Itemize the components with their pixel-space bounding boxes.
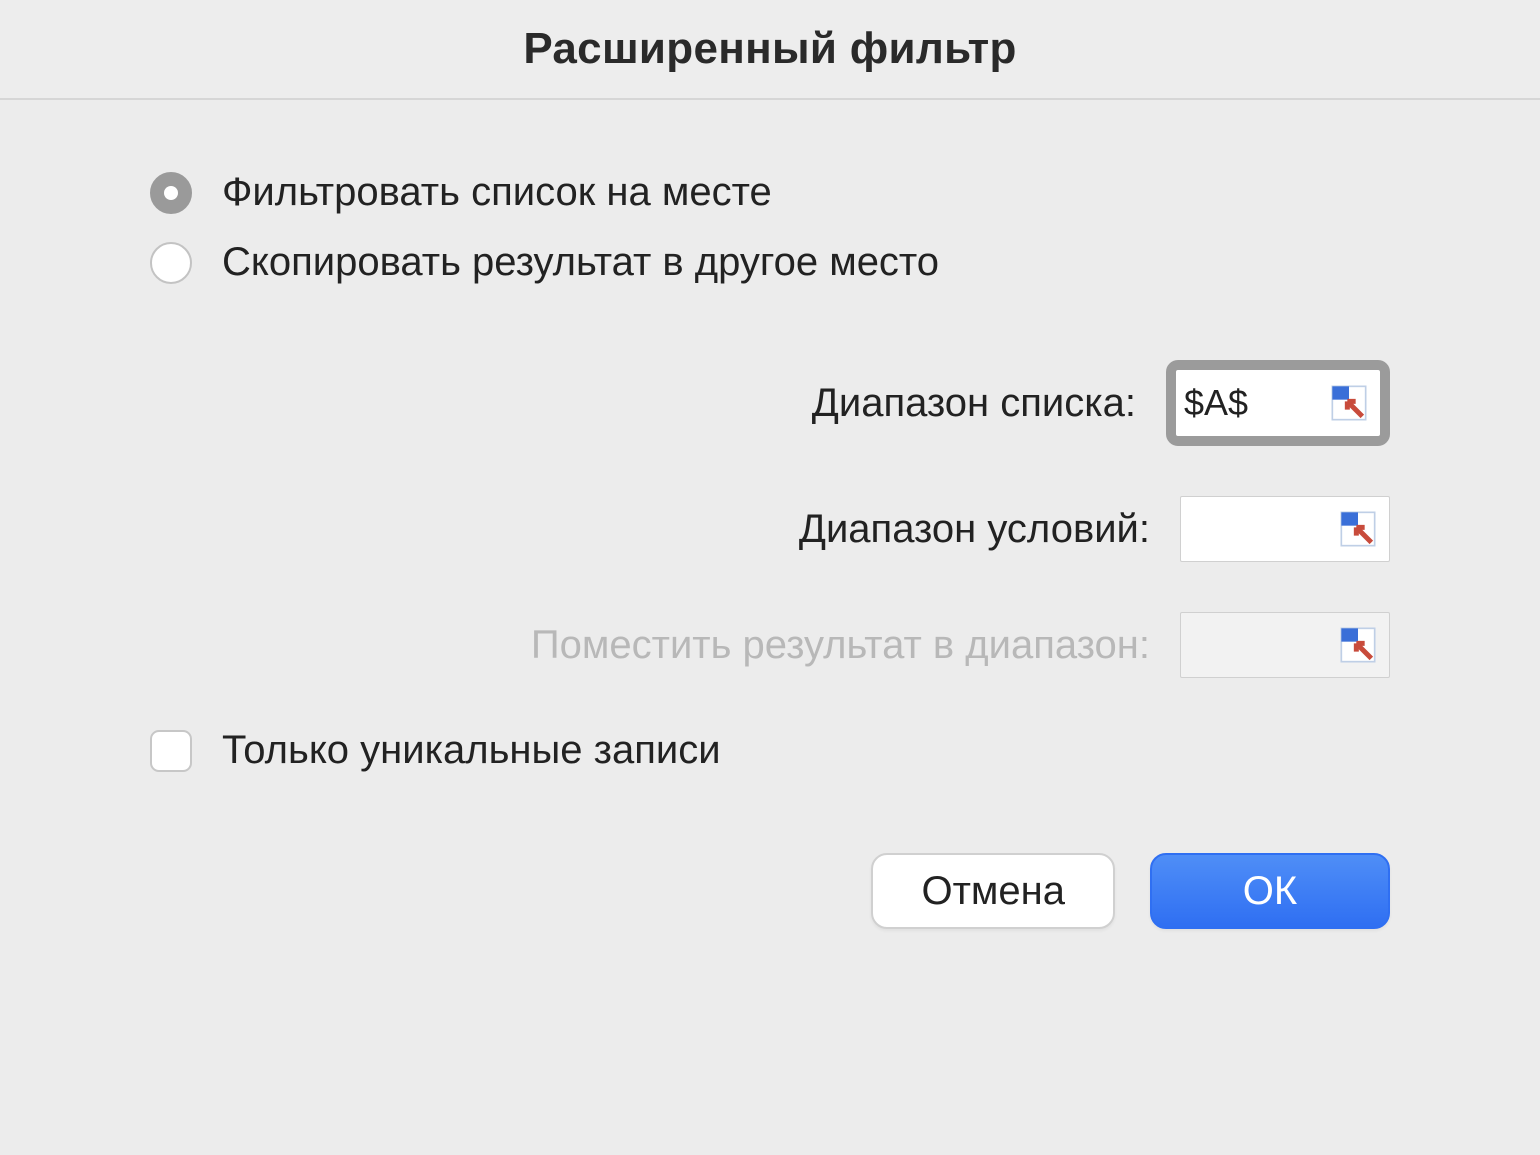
- collapse-range-icon: [1338, 625, 1378, 665]
- collapse-range-icon: [1329, 383, 1369, 423]
- range-picker-button[interactable]: [1324, 378, 1374, 428]
- range-picker-button[interactable]: [1333, 504, 1383, 554]
- radio-filter-in-place[interactable]: Фильтровать список на месте: [150, 170, 1390, 215]
- label-copy-to-range: Поместить результат в диапазон:: [531, 623, 1150, 668]
- dialog-titlebar: Расширенный фильтр: [0, 0, 1540, 100]
- radio-copy-to-location[interactable]: Скопировать результат в другое место: [150, 240, 1390, 285]
- dialog-content: Фильтровать список на месте Скопировать …: [0, 100, 1540, 929]
- radio-label-filter-in-place: Фильтровать список на месте: [222, 170, 772, 215]
- input-copy-to-range: [1180, 612, 1390, 678]
- checkbox-unique-only[interactable]: Только уникальные записи: [150, 728, 1390, 773]
- input-list-range[interactable]: $A$: [1166, 360, 1390, 446]
- checkbox-label-unique-only: Только уникальные записи: [222, 728, 721, 773]
- radio-label-copy-to-location: Скопировать результат в другое место: [222, 240, 939, 285]
- value-list-range: $A$: [1184, 382, 1324, 424]
- radio-indicator-selected: [150, 172, 192, 214]
- collapse-range-icon: [1338, 509, 1378, 549]
- ok-button[interactable]: ОК: [1150, 853, 1390, 929]
- range-picker-button: [1333, 620, 1383, 670]
- checkbox-indicator: [150, 730, 192, 772]
- field-row-criteria-range: Диапазон условий:: [150, 496, 1390, 562]
- field-row-list-range: Диапазон списка: $A$: [150, 360, 1390, 446]
- input-criteria-range[interactable]: [1180, 496, 1390, 562]
- label-list-range: Диапазон списка:: [812, 381, 1136, 426]
- cancel-button[interactable]: Отмена: [871, 853, 1115, 929]
- label-criteria-range: Диапазон условий:: [799, 507, 1150, 552]
- dialog-button-row: Отмена ОК: [150, 853, 1390, 929]
- action-radio-group: Фильтровать список на месте Скопировать …: [150, 170, 1390, 285]
- radio-indicator-unselected: [150, 242, 192, 284]
- dialog-title: Расширенный фильтр: [523, 24, 1016, 74]
- field-row-copy-to-range: Поместить результат в диапазон:: [150, 612, 1390, 678]
